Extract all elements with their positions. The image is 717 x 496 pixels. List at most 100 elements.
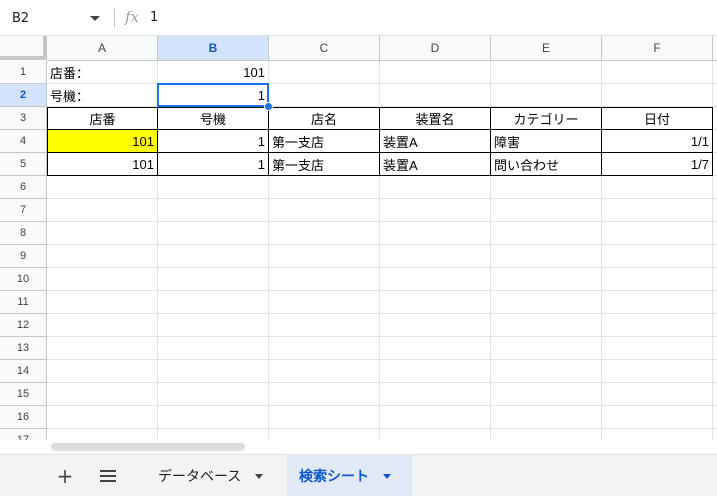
cell-c16[interactable] xyxy=(269,406,380,429)
cell-f6[interactable] xyxy=(602,176,713,199)
cell-f16[interactable] xyxy=(602,406,713,429)
cell-f17[interactable] xyxy=(602,429,713,440)
cell-d15[interactable] xyxy=(380,383,491,406)
cell-b9[interactable] xyxy=(158,245,269,268)
row-header-11[interactable]: 11 xyxy=(0,291,47,314)
row-header-16[interactable]: 16 xyxy=(0,406,47,429)
cell-f1[interactable] xyxy=(602,61,713,84)
row-header-4[interactable]: 4 xyxy=(0,130,47,153)
column-header-b[interactable]: B xyxy=(158,36,269,61)
chevron-down-icon[interactable] xyxy=(90,16,100,21)
fill-handle[interactable] xyxy=(264,102,273,111)
row-header-1[interactable]: 1 xyxy=(0,61,47,84)
cell-b13[interactable] xyxy=(158,337,269,360)
cell-b6[interactable] xyxy=(158,176,269,199)
cell-c5[interactable]: 第一支店 xyxy=(269,153,380,176)
row-header-14[interactable]: 14 xyxy=(0,360,47,383)
cell-d13[interactable] xyxy=(380,337,491,360)
cell-b16[interactable] xyxy=(158,406,269,429)
cell-c2[interactable] xyxy=(269,84,380,107)
cell-e12[interactable] xyxy=(491,314,602,337)
cell-c10[interactable] xyxy=(269,268,380,291)
column-header-f[interactable]: F xyxy=(602,36,713,61)
cell-d9[interactable] xyxy=(380,245,491,268)
add-sheet-button[interactable]: + xyxy=(51,463,79,489)
cell-e3[interactable]: カテゴリー xyxy=(491,107,602,130)
row-header-13[interactable]: 13 xyxy=(0,337,47,360)
cell-c9[interactable] xyxy=(269,245,380,268)
cell-g11[interactable] xyxy=(713,291,717,314)
cell-g2[interactable] xyxy=(713,84,717,107)
cell-e15[interactable] xyxy=(491,383,602,406)
cell-c3[interactable]: 店名 xyxy=(269,107,380,130)
cell-c11[interactable] xyxy=(269,291,380,314)
column-header-c[interactable]: C xyxy=(269,36,380,61)
cell-e4[interactable]: 障害 xyxy=(491,130,602,153)
cell-e9[interactable] xyxy=(491,245,602,268)
cell-d11[interactable] xyxy=(380,291,491,314)
cell-a9[interactable] xyxy=(47,245,158,268)
cell-g16[interactable] xyxy=(713,406,717,429)
cell-c15[interactable] xyxy=(269,383,380,406)
cell-b3[interactable]: 号機 xyxy=(158,107,269,130)
cell-d3[interactable]: 装置名 xyxy=(380,107,491,130)
row-header-12[interactable]: 12 xyxy=(0,314,47,337)
cell-c12[interactable] xyxy=(269,314,380,337)
cell-e8[interactable] xyxy=(491,222,602,245)
cell-b15[interactable] xyxy=(158,383,269,406)
row-header-5[interactable]: 5 xyxy=(0,153,47,176)
cell-b10[interactable] xyxy=(158,268,269,291)
row-header-6[interactable]: 6 xyxy=(0,176,47,199)
cell-g5[interactable] xyxy=(713,153,717,176)
cell-b5[interactable]: 1 xyxy=(158,153,269,176)
tab-search-sheet[interactable]: 検索シート xyxy=(287,455,412,496)
cell-a17[interactable] xyxy=(47,429,158,440)
cell-a3[interactable]: 店番 xyxy=(47,107,158,130)
cell-b8[interactable] xyxy=(158,222,269,245)
cell-d12[interactable] xyxy=(380,314,491,337)
cell-f5[interactable]: 1/7 xyxy=(602,153,713,176)
cell-a7[interactable] xyxy=(47,199,158,222)
cell-a15[interactable] xyxy=(47,383,158,406)
cell-e1[interactable] xyxy=(491,61,602,84)
column-header-g[interactable] xyxy=(713,36,717,61)
cell-b2[interactable]: 1 xyxy=(158,84,269,107)
cell-g9[interactable] xyxy=(713,245,717,268)
cell-a13[interactable] xyxy=(47,337,158,360)
cell-a16[interactable] xyxy=(47,406,158,429)
row-header-3[interactable]: 3 xyxy=(0,107,47,130)
cell-g14[interactable] xyxy=(713,360,717,383)
cell-c6[interactable] xyxy=(269,176,380,199)
cell-d7[interactable] xyxy=(380,199,491,222)
cell-c4[interactable]: 第一支店 xyxy=(269,130,380,153)
cell-a5[interactable]: 101 xyxy=(47,153,158,176)
cell-g17[interactable] xyxy=(713,429,717,440)
cell-g4[interactable] xyxy=(713,130,717,153)
cell-e17[interactable] xyxy=(491,429,602,440)
cell-c17[interactable] xyxy=(269,429,380,440)
cell-d17[interactable] xyxy=(380,429,491,440)
cell-f7[interactable] xyxy=(602,199,713,222)
cell-d14[interactable] xyxy=(380,360,491,383)
cell-e6[interactable] xyxy=(491,176,602,199)
row-header-9[interactable]: 9 xyxy=(0,245,47,268)
cell-g13[interactable] xyxy=(713,337,717,360)
cell-f10[interactable] xyxy=(602,268,713,291)
cell-f2[interactable] xyxy=(602,84,713,107)
cell-f11[interactable] xyxy=(602,291,713,314)
all-sheets-button[interactable] xyxy=(94,463,122,489)
chevron-down-icon[interactable] xyxy=(255,473,264,479)
scrollbar-thumb[interactable] xyxy=(51,443,245,451)
cell-g10[interactable] xyxy=(713,268,717,291)
cell-d16[interactable] xyxy=(380,406,491,429)
cell-c14[interactable] xyxy=(269,360,380,383)
cell-b17[interactable] xyxy=(158,429,269,440)
cell-c13[interactable] xyxy=(269,337,380,360)
cell-e5[interactable]: 問い合わせ xyxy=(491,153,602,176)
cell-d10[interactable] xyxy=(380,268,491,291)
cell-c7[interactable] xyxy=(269,199,380,222)
column-header-d[interactable]: D xyxy=(380,36,491,61)
cell-e7[interactable] xyxy=(491,199,602,222)
column-header-a[interactable]: A xyxy=(47,36,158,61)
row-header-17[interactable]: 17 xyxy=(0,429,47,440)
